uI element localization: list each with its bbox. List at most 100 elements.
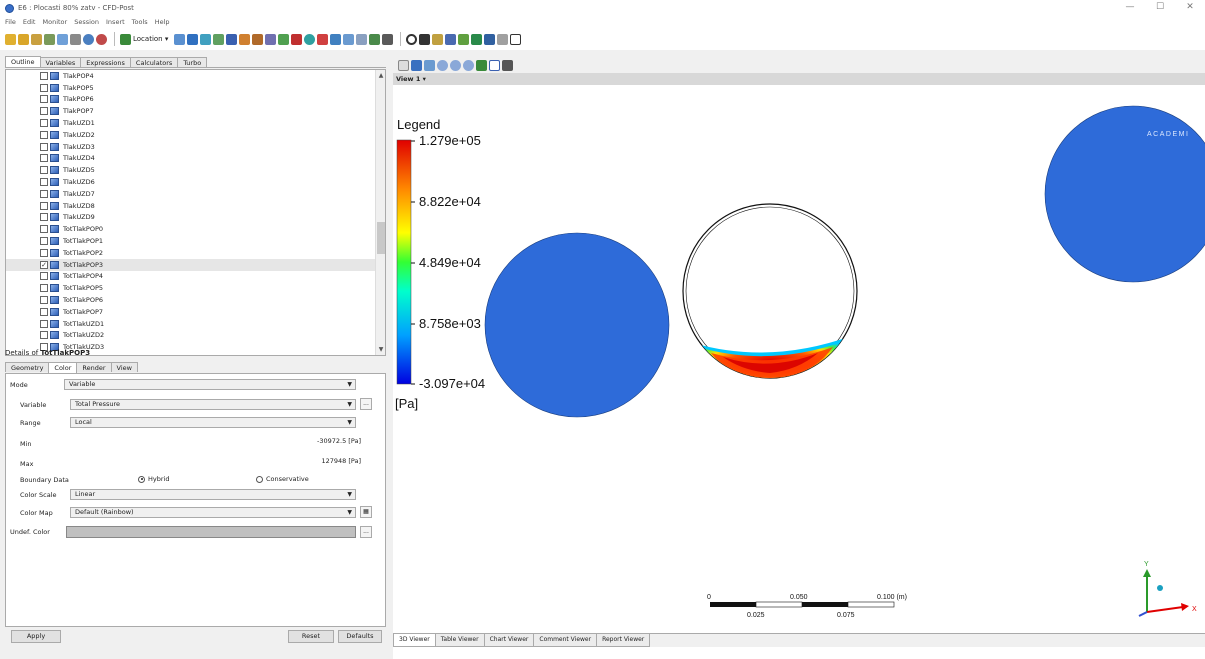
checkbox-icon[interactable] <box>40 189 48 198</box>
tab-table-viewer[interactable]: Table Viewer <box>434 634 485 647</box>
menu-tools[interactable]: Tools <box>132 16 148 28</box>
checkbox-icon[interactable] <box>40 119 48 128</box>
tree-item[interactable]: TotTlakPOP1 <box>6 235 385 247</box>
vector-icon[interactable] <box>174 33 186 45</box>
load-state-icon[interactable] <box>5 33 16 45</box>
color-map-editor-button[interactable]: ▦ <box>360 506 372 518</box>
tree-item[interactable]: TlakUZD9 <box>6 212 385 224</box>
location-dropdown[interactable]: Location ▾ <box>120 33 168 45</box>
chart-icon[interactable] <box>343 33 355 45</box>
tree-item[interactable]: TotTlakPOP2 <box>6 247 385 259</box>
tab-turbo[interactable]: Turbo <box>177 57 208 67</box>
checkbox-icon[interactable] <box>40 284 48 293</box>
timestep-icon[interactable] <box>406 33 418 45</box>
tab-expressions[interactable]: Expressions <box>80 57 131 67</box>
checkbox-icon[interactable] <box>40 307 48 316</box>
report-icon[interactable] <box>369 33 381 45</box>
checkbox-icon[interactable] <box>40 71 48 80</box>
menu-session[interactable]: Session <box>74 16 99 28</box>
surface-icon[interactable] <box>291 33 303 45</box>
checkbox-icon[interactable] <box>40 95 48 104</box>
help-pointer-icon[interactable] <box>502 59 513 71</box>
scroll-up-icon[interactable]: ▲ <box>376 72 385 79</box>
tab-comment-viewer[interactable]: Comment Viewer <box>533 634 598 647</box>
tab-3d-viewer[interactable]: 3D Viewer <box>393 634 436 647</box>
tree-item[interactable]: TlakUZD2 <box>6 129 385 141</box>
pipe-icon[interactable] <box>265 33 277 45</box>
checkbox-icon[interactable] <box>40 166 48 175</box>
function-calculator-icon[interactable] <box>458 33 470 45</box>
symmetry-icon[interactable] <box>278 33 290 45</box>
tab-outline[interactable]: Outline <box>5 56 41 67</box>
tree-item[interactable]: TotTlakPOP0 <box>6 223 385 235</box>
checkbox-icon[interactable] <box>40 248 48 257</box>
contour-icon[interactable] <box>187 33 199 45</box>
range-select[interactable]: Local ▼ <box>70 417 356 428</box>
load-results-icon[interactable] <box>31 33 42 45</box>
isosurface-icon[interactable] <box>239 33 251 45</box>
expression-icon[interactable] <box>317 33 329 45</box>
checkbox-icon[interactable] <box>40 225 48 234</box>
zoom-icon[interactable] <box>437 59 448 71</box>
print-icon[interactable] <box>70 33 81 45</box>
streamline-icon[interactable] <box>200 33 212 45</box>
undef-color-more-button[interactable]: ... <box>360 526 372 538</box>
redo-icon[interactable] <box>96 33 107 45</box>
menu-monitor[interactable]: Monitor <box>42 16 67 28</box>
tab-color[interactable]: Color <box>48 362 78 373</box>
close-button[interactable]: ✕ <box>1175 0 1205 14</box>
checkbox-checked-icon[interactable]: ✓ <box>40 260 48 269</box>
checkbox-icon[interactable] <box>40 296 48 305</box>
tree-item[interactable]: TlakPOP4 <box>6 70 385 82</box>
viewport-layout-icon[interactable] <box>489 59 500 71</box>
tree-item[interactable]: TotTlakUZD1 <box>6 318 385 330</box>
command-editor-icon[interactable] <box>510 33 522 45</box>
minimize-button[interactable]: — <box>1115 0 1145 14</box>
macro-calculator-icon[interactable] <box>471 33 483 45</box>
checkbox-icon[interactable] <box>40 107 48 116</box>
checkbox-icon[interactable] <box>40 83 48 92</box>
comment-icon[interactable] <box>356 33 368 45</box>
tree-item[interactable]: TlakUZD4 <box>6 153 385 165</box>
select-icon[interactable] <box>398 59 409 71</box>
tab-render[interactable]: Render <box>76 362 112 372</box>
sphere-icon[interactable] <box>304 33 316 45</box>
variable-select[interactable]: Total Pressure ▼ <box>70 399 356 410</box>
color-map-select[interactable]: Default (Rainbow) ▼ <box>70 507 356 518</box>
color-scale-select[interactable]: Linear ▼ <box>70 489 356 500</box>
tree-item[interactable]: TotTlakUZD2 <box>6 330 385 342</box>
checkbox-icon[interactable] <box>40 319 48 328</box>
save-state-icon[interactable] <box>18 33 29 45</box>
particle-track-icon[interactable] <box>213 33 225 45</box>
checkbox-icon[interactable] <box>40 142 48 151</box>
undo-icon[interactable] <box>83 33 94 45</box>
volume-rendering-icon[interactable] <box>226 33 238 45</box>
save-picture-icon[interactable] <box>57 33 68 45</box>
conservative-radio[interactable]: Conservative <box>256 475 309 483</box>
tree-item[interactable]: TotTlakPOP5 <box>6 282 385 294</box>
defaults-button[interactable]: Defaults <box>338 630 382 643</box>
probe-icon[interactable] <box>445 33 457 45</box>
figure-icon[interactable] <box>382 33 394 45</box>
quick-editor-icon[interactable] <box>432 33 444 45</box>
tree-item[interactable]: TlakUZD3 <box>6 141 385 153</box>
scroll-down-icon[interactable]: ▼ <box>376 346 385 353</box>
checkbox-icon[interactable] <box>40 178 48 187</box>
tab-geometry[interactable]: Geometry <box>5 362 50 372</box>
tree-item[interactable]: TotTlakPOP7 <box>6 306 385 318</box>
checkbox-icon[interactable] <box>40 154 48 163</box>
view-selector[interactable]: View 1 ▾ <box>393 73 1205 85</box>
tree-item[interactable]: TlakPOP6 <box>6 94 385 106</box>
tree-item[interactable]: ✓ TotTlakPOP3 <box>6 258 385 271</box>
mesh-calculator-icon[interactable] <box>484 33 496 45</box>
rotate-icon[interactable] <box>411 59 422 71</box>
mode-select[interactable]: Variable ▼ <box>64 379 356 390</box>
checkbox-icon[interactable] <box>40 237 48 246</box>
tree-item[interactable]: TotTlakPOP6 <box>6 294 385 306</box>
highlight-icon[interactable] <box>476 59 487 71</box>
reset-button[interactable]: Reset <box>288 630 334 643</box>
tree-scrollbar[interactable]: ▲ ▼ <box>375 70 385 355</box>
tab-chart-viewer[interactable]: Chart Viewer <box>483 634 535 647</box>
hybrid-radio[interactable]: Hybrid <box>138 475 169 483</box>
variable-more-button[interactable]: ... <box>360 398 372 410</box>
